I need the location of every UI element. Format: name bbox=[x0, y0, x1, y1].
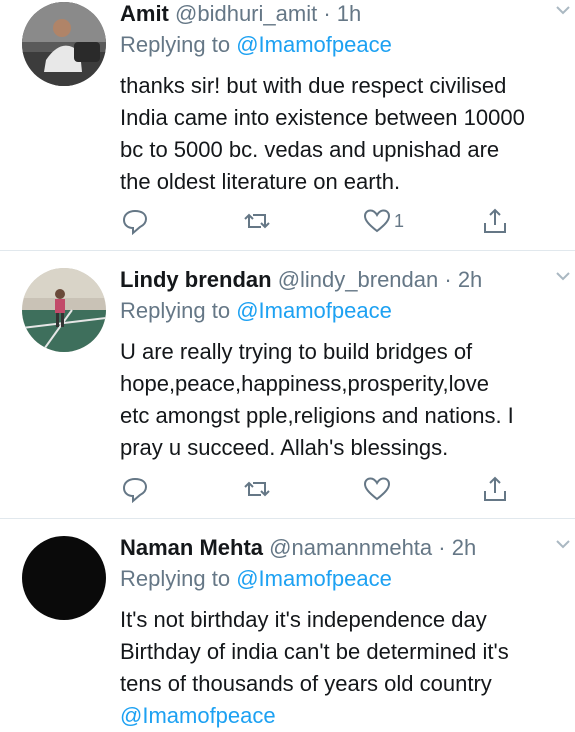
retweet-button[interactable] bbox=[242, 473, 272, 505]
replying-to-link[interactable]: @Imamofpeace bbox=[236, 32, 392, 57]
retweet-button[interactable] bbox=[242, 205, 272, 237]
author-name[interactable]: Amit bbox=[120, 1, 169, 26]
replying-to: Replying to @Imamofpeace bbox=[120, 296, 575, 326]
avatar[interactable] bbox=[22, 268, 106, 352]
tweet-1[interactable]: Amit @bidhuri_amit · 1h Replying to @Ima… bbox=[0, 0, 575, 250]
tweet-text-line: the oldest literature on earth. bbox=[120, 169, 401, 194]
tweet-text-line: hope,peace,happiness,prosperity,love bbox=[120, 371, 489, 396]
tweet-time[interactable]: · 2h bbox=[444, 267, 482, 292]
chevron-down-icon[interactable] bbox=[555, 270, 571, 282]
replying-to: Replying to @Imamofpeace bbox=[120, 564, 575, 594]
tweet-actions: 1 bbox=[120, 205, 520, 237]
tweet-3[interactable]: Naman Mehta @namannmehta · 2h Replying t… bbox=[0, 519, 575, 730]
tweet-text-line: tens of thousands of years old country bbox=[120, 671, 492, 696]
share-icon bbox=[484, 476, 506, 501]
heart-icon bbox=[363, 477, 391, 501]
tweet-text: U are really trying to build bridges of … bbox=[120, 336, 575, 464]
like-button[interactable]: 1 bbox=[362, 205, 404, 237]
replying-prefix: Replying to bbox=[120, 32, 237, 57]
share-button[interactable] bbox=[480, 473, 510, 505]
replying-prefix: Replying to bbox=[120, 298, 237, 323]
tweet-time[interactable]: · 2h bbox=[438, 535, 476, 560]
avatar[interactable] bbox=[22, 2, 106, 86]
reply-icon bbox=[122, 209, 148, 235]
tweet-text-line: etc amongst pple,religions and nations. … bbox=[120, 403, 514, 428]
retweet-icon bbox=[244, 481, 270, 497]
tweet-text: It's not birthday it's independence day … bbox=[120, 604, 575, 732]
tweet-text-line: India came into existence between 10000 bbox=[120, 105, 525, 130]
author-handle[interactable]: @namannmehta bbox=[269, 535, 432, 560]
retweet-icon bbox=[244, 213, 270, 229]
tweet-actions bbox=[120, 473, 520, 505]
share-button[interactable] bbox=[480, 205, 510, 237]
mention-link[interactable]: @Imamofpeace bbox=[120, 700, 575, 732]
tweet-header: Naman Mehta @namannmehta · 2h bbox=[120, 534, 575, 562]
tweet-time[interactable]: · 1h bbox=[323, 1, 361, 26]
reply-icon bbox=[122, 477, 148, 503]
share-icon bbox=[484, 208, 506, 233]
replying-to-link[interactable]: @Imamofpeace bbox=[236, 566, 392, 591]
chevron-down-icon[interactable] bbox=[555, 538, 571, 550]
author-handle[interactable]: @bidhuri_amit bbox=[175, 1, 317, 26]
author-name[interactable]: Naman Mehta bbox=[120, 535, 263, 560]
like-count: 1 bbox=[394, 210, 405, 231]
tweet-text-line: bc to 5000 bc. vedas and upnishad are bbox=[120, 137, 500, 162]
tweet-text-line: Birthday of india can't be determined it… bbox=[120, 639, 509, 664]
tweet-header: Amit @bidhuri_amit · 1h bbox=[120, 0, 575, 28]
author-name[interactable]: Lindy brendan bbox=[120, 267, 272, 292]
replying-prefix: Replying to bbox=[120, 566, 237, 591]
tweet-text-line: pray u succeed. Allah's blessings. bbox=[120, 435, 449, 460]
replying-to-link[interactable]: @Imamofpeace bbox=[236, 298, 392, 323]
tweet-2[interactable]: Lindy brendan @lindy_brendan · 2h Replyi… bbox=[0, 251, 575, 518]
heart-icon bbox=[363, 209, 391, 233]
reply-button[interactable] bbox=[120, 473, 150, 505]
tweet-header: Lindy brendan @lindy_brendan · 2h bbox=[120, 266, 575, 294]
tweet-text-line: thanks sir! but with due respect civilis… bbox=[120, 73, 507, 98]
replying-to: Replying to @Imamofpeace bbox=[120, 30, 575, 60]
tweet-text: thanks sir! but with due respect civilis… bbox=[120, 70, 575, 198]
like-button[interactable] bbox=[362, 473, 392, 505]
avatar[interactable] bbox=[22, 536, 106, 620]
reply-button[interactable] bbox=[120, 205, 150, 237]
tweet-text-line: It's not birthday it's independence day bbox=[120, 607, 487, 632]
author-handle[interactable]: @lindy_brendan bbox=[278, 267, 439, 292]
tweet-text-line: U are really trying to build bridges of bbox=[120, 339, 473, 364]
chevron-down-icon[interactable] bbox=[555, 4, 571, 16]
